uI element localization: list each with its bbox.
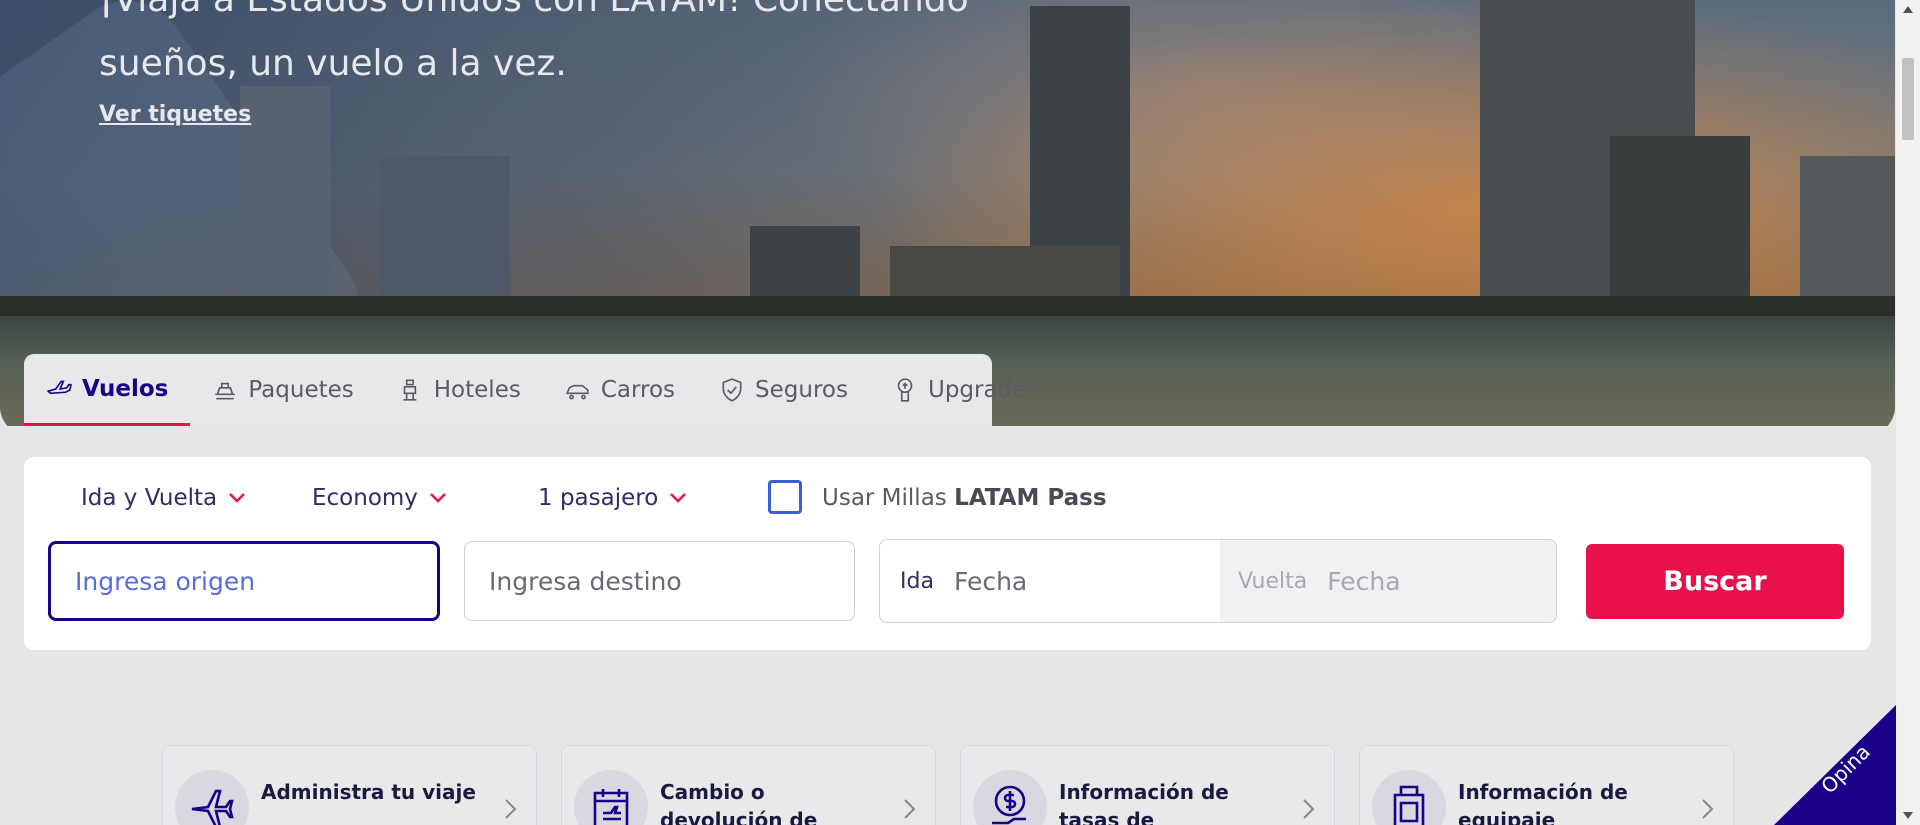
hero-headline: ¡Viaja a Estados Unidos con LATAM! Conec… (99, 0, 969, 84)
origin-placeholder: Ingresa origen (75, 566, 256, 596)
hotel-icon (403, 379, 417, 401)
depart-date-field[interactable]: Ida Fecha (880, 540, 1220, 622)
flight-search-panel: Ida y Vuelta Economy 1 pasajero Usar Mil… (24, 457, 1871, 650)
tab-seguros[interactable]: Seguros (697, 354, 870, 426)
destination-placeholder: Ingresa destino (489, 566, 682, 596)
tab-hoteles[interactable]: Hoteles (376, 354, 543, 426)
depart-placeholder: Fecha (953, 566, 1028, 596)
chevron-right-icon (1303, 799, 1315, 819)
scroll-up-arrow-icon[interactable] (1903, 6, 1913, 13)
car-icon (565, 384, 589, 400)
tab-paquetes[interactable]: Paquetes (190, 354, 375, 426)
tab-label: Carros (600, 377, 676, 403)
card-boarding-fees[interactable]: Información de tasas de embarque (960, 745, 1335, 825)
depart-label: Ida (900, 568, 934, 594)
luggage-icon (1393, 785, 1425, 825)
money-icon (992, 785, 1026, 825)
product-tabs: Vuelos Paquetes Hoteles Carros Seguros U… (24, 354, 1026, 426)
cabin-dropdown[interactable]: Economy (312, 485, 448, 511)
origin-input[interactable]: Ingresa origen (48, 541, 440, 621)
card-label: Información de tasas de embarque (1059, 780, 1229, 825)
tab-label: Vuelos (82, 375, 169, 402)
chevron-right-icon (1702, 799, 1714, 819)
card-manage-trip[interactable]: Administra tu viaje (162, 745, 537, 825)
tab-label: Seguros (755, 377, 848, 403)
card-label: Cambio o devolución de pasajes (660, 780, 818, 825)
card-label: Administra tu viaje (261, 780, 476, 804)
tab-vuelos[interactable]: Vuelos (24, 354, 191, 426)
calendar-plane-icon (593, 789, 629, 825)
trip-type-dropdown[interactable]: Ida y Vuelta (81, 485, 247, 511)
plane-icon (46, 380, 72, 394)
return-date-field[interactable]: Vuelta Fecha (1220, 540, 1556, 622)
chevron-down-icon (430, 493, 446, 503)
tab-label: Hoteles (433, 377, 521, 403)
cabin-value: Economy (312, 485, 418, 511)
package-icon (215, 382, 236, 400)
tab-carros[interactable]: Carros (543, 354, 697, 426)
destination-input[interactable]: Ingresa destino (464, 541, 855, 621)
view-tickets-link[interactable]: Ver tiquetes (99, 102, 251, 127)
date-picker: Ida Fecha Vuelta Fecha (879, 539, 1557, 623)
chevron-right-icon (505, 799, 517, 819)
card-label: Información de equipaje (1458, 780, 1628, 825)
page: ¡Viaja a Estados Unidos con LATAM! Conec… (0, 0, 1896, 825)
card-baggage-info[interactable]: Información de equipaje (1359, 745, 1734, 825)
passengers-dropdown[interactable]: 1 pasajero (538, 485, 688, 511)
search-button[interactable]: Buscar (1586, 544, 1844, 619)
passengers-value: 1 pasajero (538, 485, 659, 511)
scrollbar-thumb[interactable] (1902, 58, 1914, 140)
return-label: Vuelta (1238, 568, 1308, 594)
tab-upgrade[interactable]: Upgrade (870, 354, 1048, 426)
trip-type-value: Ida y Vuelta (81, 485, 218, 511)
upgrade-icon (897, 378, 913, 402)
miles-prefix: Usar Millas (822, 485, 947, 511)
plane-icon (191, 789, 234, 825)
scroll-down-arrow-icon[interactable] (1903, 812, 1913, 819)
chevron-right-icon (904, 799, 916, 819)
return-placeholder: Fecha (1327, 566, 1401, 596)
vertical-scrollbar[interactable] (1896, 0, 1920, 825)
use-miles-label[interactable]: Usar Millas LATAM Pass (822, 485, 1107, 511)
tab-label: Upgrade (927, 377, 1027, 403)
tab-label: Paquetes (248, 377, 354, 403)
card-change-refund[interactable]: Cambio o devolución de pasajes (561, 745, 936, 825)
miles-brand: LATAM Pass (954, 485, 1107, 511)
shield-icon (722, 378, 742, 402)
chevron-down-icon (670, 493, 687, 503)
use-miles-checkbox[interactable] (768, 480, 802, 514)
chevron-down-icon (229, 493, 246, 503)
